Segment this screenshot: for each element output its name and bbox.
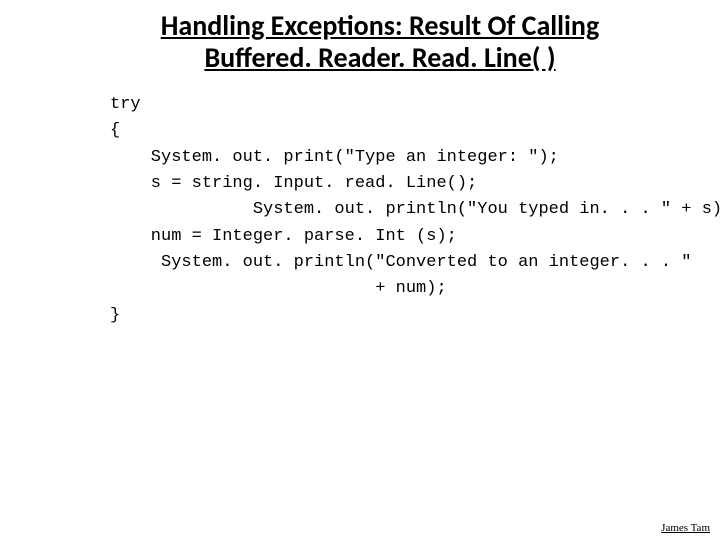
code-line: { (110, 121, 120, 140)
code-line: System. out. println("Converted to an in… (110, 253, 692, 272)
code-line: s = string. Input. read. Line(); (110, 174, 477, 193)
code-line: num = Integer. parse. Int (s); (110, 227, 457, 246)
code-block: try { System. out. print("Type an intege… (110, 92, 680, 329)
code-line: System. out. println("You typed in. . . … (110, 200, 720, 219)
code-line: + num); (110, 279, 447, 298)
slide-title: Handling Exceptions: Result Of Calling B… (70, 10, 690, 74)
title-line-2: Buffered. Reader. Read. Line( ) (204, 40, 555, 75)
slide: Handling Exceptions: Result Of Calling B… (0, 0, 720, 540)
footer-author: James Tam (661, 522, 710, 534)
title-line-1: Handling Exceptions: Result Of Calling (161, 8, 599, 43)
code-line: try (110, 95, 141, 114)
code-line: } (110, 306, 120, 325)
code-line: System. out. print("Type an integer: "); (110, 148, 559, 167)
